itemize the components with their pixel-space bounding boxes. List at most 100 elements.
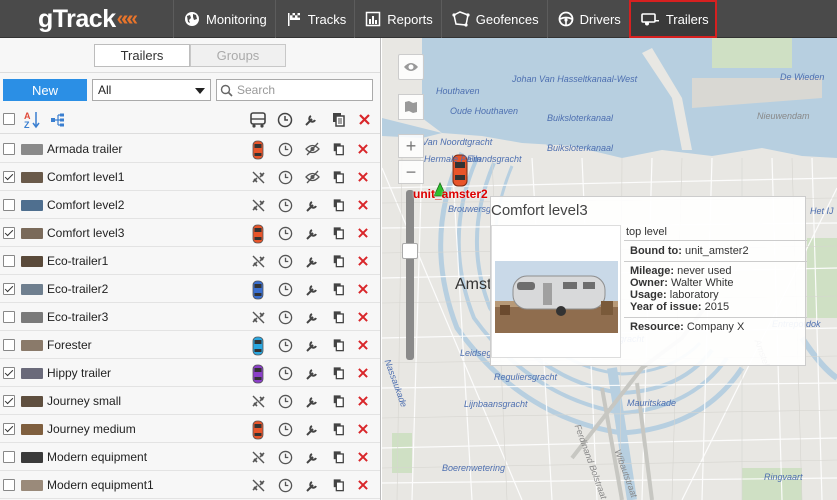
table-row[interactable]: Modern equipment: [0, 443, 380, 471]
clock-icon[interactable]: [278, 254, 293, 269]
trailer-name[interactable]: Eco-trailer3: [47, 310, 108, 324]
wrench-icon[interactable]: [305, 422, 320, 437]
delete-icon[interactable]: [358, 424, 368, 434]
copy-icon[interactable]: [332, 142, 345, 156]
clock-icon[interactable]: [278, 394, 293, 409]
copy-icon[interactable]: [332, 170, 345, 184]
unit-car-icon[interactable]: [251, 280, 265, 300]
clock-icon[interactable]: [278, 310, 293, 325]
unlinked-icon[interactable]: [251, 254, 266, 269]
copy-icon[interactable]: [332, 338, 345, 352]
clock-icon[interactable]: [278, 282, 293, 297]
zoom-slider[interactable]: [406, 190, 414, 360]
gtrack-logo[interactable]: gTrack «««: [38, 4, 138, 34]
table-row[interactable]: Eco-trailer2: [0, 275, 380, 303]
clock-icon[interactable]: [278, 198, 293, 213]
row-checkbox[interactable]: [3, 255, 15, 267]
delete-icon[interactable]: [358, 480, 368, 490]
copy-icon[interactable]: [332, 198, 345, 212]
row-checkbox[interactable]: [3, 311, 15, 323]
tab-groups[interactable]: Groups: [190, 44, 286, 67]
unit-car-icon[interactable]: [251, 224, 265, 244]
unlinked-icon[interactable]: [251, 170, 266, 185]
table-row[interactable]: Comfort level1: [0, 163, 380, 191]
trailer-name[interactable]: Armada trailer: [47, 142, 122, 156]
table-row[interactable]: Eco-trailer1: [0, 247, 380, 275]
filter-select[interactable]: All: [92, 79, 211, 101]
new-trailer-button[interactable]: New: [3, 79, 87, 101]
sort-az-icon[interactable]: AZ: [24, 110, 42, 130]
unlinked-icon[interactable]: [251, 198, 266, 213]
zoom-out-button[interactable]: −: [398, 160, 424, 184]
nav-monitoring[interactable]: Monitoring: [173, 0, 275, 38]
delete-icon[interactable]: [358, 312, 368, 322]
group-tree-icon[interactable]: [50, 113, 66, 127]
wrench-icon[interactable]: [305, 282, 320, 297]
unlinked-icon[interactable]: [251, 394, 266, 409]
row-checkbox[interactable]: [3, 199, 15, 211]
row-checkbox[interactable]: [3, 451, 15, 463]
tab-trailers[interactable]: Trailers: [94, 44, 190, 67]
clock-icon[interactable]: [278, 170, 293, 185]
wrench-icon[interactable]: [305, 310, 320, 325]
unit-car-icon[interactable]: [251, 140, 265, 160]
unit-car-icon[interactable]: [251, 420, 265, 440]
delete-icon[interactable]: [358, 368, 368, 378]
table-row[interactable]: Hippy trailer: [0, 359, 380, 387]
row-checkbox[interactable]: [3, 143, 15, 155]
trailer-name[interactable]: Journey medium: [47, 422, 136, 436]
copy-icon[interactable]: [332, 450, 345, 464]
nav-trailers[interactable]: Trailers: [628, 0, 717, 38]
copy-icon[interactable]: [332, 282, 345, 296]
trailer-name[interactable]: Comfort level1: [47, 170, 124, 184]
nav-reports[interactable]: Reports: [354, 0, 441, 38]
trailer-name[interactable]: Journey small: [47, 394, 121, 408]
unlinked-icon[interactable]: [251, 478, 266, 493]
nav-geofences[interactable]: Geofences: [440, 0, 547, 38]
map-view[interactable]: Houthaven Johan Van Hasseltkanaal-West De …: [382, 38, 837, 500]
row-checkbox[interactable]: [3, 171, 15, 183]
eye-slash-icon[interactable]: [305, 142, 320, 156]
wrench-icon[interactable]: [305, 198, 320, 213]
row-checkbox[interactable]: [3, 227, 15, 239]
clock-icon[interactable]: [278, 366, 293, 381]
trailer-name[interactable]: Comfort level3: [47, 226, 124, 240]
search-input[interactable]: Search: [216, 79, 373, 101]
delete-icon[interactable]: [358, 452, 368, 462]
copy-icon[interactable]: [332, 394, 345, 408]
zoom-in-button[interactable]: +: [398, 134, 424, 158]
table-row[interactable]: Forester: [0, 331, 380, 359]
copy-icon[interactable]: [332, 478, 345, 492]
unlinked-icon[interactable]: [251, 310, 266, 325]
delete-icon[interactable]: [358, 200, 368, 210]
copy-icon[interactable]: [332, 254, 345, 268]
select-all-checkbox[interactable]: [3, 113, 15, 125]
wrench-icon[interactable]: [305, 450, 320, 465]
table-row[interactable]: Journey medium: [0, 415, 380, 443]
wrench-icon[interactable]: [305, 338, 320, 353]
row-checkbox[interactable]: [3, 339, 15, 351]
delete-icon[interactable]: [358, 172, 368, 182]
zoom-slider-handle[interactable]: [402, 243, 418, 259]
table-row[interactable]: Comfort level2: [0, 191, 380, 219]
nav-tracks[interactable]: Tracks: [274, 0, 355, 38]
wrench-icon[interactable]: [305, 254, 320, 269]
wrench-icon[interactable]: [305, 366, 320, 381]
delete-icon[interactable]: [358, 340, 368, 350]
delete-icon[interactable]: [358, 396, 368, 406]
clock-icon[interactable]: [278, 142, 293, 157]
unit-map-label[interactable]: unit_amster2: [413, 187, 488, 201]
table-row[interactable]: Modern equipment1: [0, 471, 380, 499]
wrench-icon[interactable]: [305, 226, 320, 241]
unit-car-icon[interactable]: [251, 364, 265, 384]
map-layers-button[interactable]: [398, 94, 424, 120]
clock-icon[interactable]: [278, 226, 293, 241]
nav-drivers[interactable]: Drivers: [546, 0, 629, 38]
wrench-icon[interactable]: [305, 394, 320, 409]
delete-icon[interactable]: [358, 256, 368, 266]
unlinked-icon[interactable]: [251, 450, 266, 465]
table-row[interactable]: Comfort level3: [0, 219, 380, 247]
trailer-name[interactable]: Modern equipment1: [47, 478, 154, 492]
row-checkbox[interactable]: [3, 367, 15, 379]
unit-car-icon[interactable]: [251, 336, 265, 356]
